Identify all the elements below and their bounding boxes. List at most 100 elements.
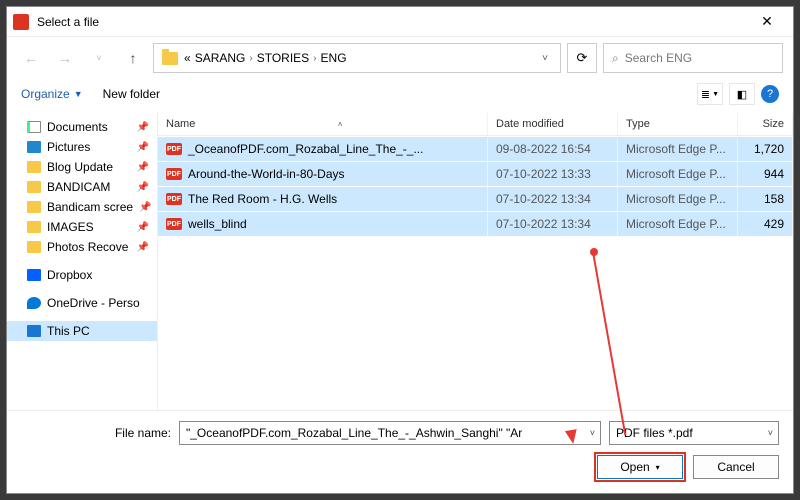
sidebar-item-label: Photos Recove (47, 240, 128, 254)
chevron-right-icon: › (313, 53, 316, 64)
file-row[interactable]: PDF _OceanofPDF.com_Rozabal_Line_The_-_..… (158, 136, 793, 161)
file-type: Microsoft Edge P... (618, 137, 738, 161)
file-row[interactable]: PDFAround-the-World-in-80-Days07-10-2022… (158, 161, 793, 186)
file-dialog: Select a file ✕ ← → ˅ ↑ « SARANG › STORI… (6, 6, 794, 494)
organize-label: Organize (21, 87, 70, 101)
body: Documents📌Pictures📌Blog Update📌BANDICAM📌… (7, 113, 793, 410)
pdf-icon: PDF (166, 218, 182, 230)
view-mode-button[interactable]: ≣ ▼ (697, 83, 723, 105)
file-name: Around-the-World-in-80-Days (188, 167, 345, 181)
breadcrumb-seg[interactable]: STORIES (257, 51, 309, 65)
refresh-button[interactable]: ⟳ (567, 43, 597, 73)
sidebar-item-label: OneDrive - Perso (47, 296, 140, 310)
search-placeholder: Search ENG (625, 51, 692, 65)
column-headers: Name˄ Date modified Type Size (158, 113, 793, 136)
file-name: _OceanofPDF.com_Rozabal_Line_The_-_... (188, 142, 423, 156)
thispc-icon (27, 325, 41, 337)
open-button[interactable]: Open ▾ (597, 455, 683, 479)
file-type: Microsoft Edge P... (618, 187, 738, 211)
dropbox-icon (27, 269, 41, 281)
filename-label: File name: (21, 426, 171, 440)
sidebar-item[interactable]: Pictures📌 (7, 137, 157, 157)
file-type: Microsoft Edge P... (618, 212, 738, 236)
col-date[interactable]: Date modified (488, 113, 618, 135)
sidebar-item[interactable]: Photos Recove 📌 (7, 237, 157, 257)
col-size[interactable]: Size (738, 113, 793, 135)
dialog-title: Select a file (37, 15, 747, 29)
new-folder-button[interactable]: New folder (103, 87, 160, 101)
up-button[interactable]: ↑ (119, 44, 147, 72)
pics-icon (27, 141, 41, 153)
sidebar-item[interactable]: This PC (7, 321, 157, 341)
recent-dropdown[interactable]: ˅ (85, 44, 113, 72)
help-button[interactable]: ? (761, 85, 779, 103)
col-type[interactable]: Type (618, 113, 738, 135)
sidebar-item[interactable]: Documents 📌 (7, 117, 157, 137)
file-date: 07-10-2022 13:34 (488, 212, 618, 236)
search-input[interactable]: ⌕ Search ENG (603, 43, 783, 73)
breadcrumb-dropdown[interactable]: ˅ (538, 53, 552, 64)
f-icon (27, 241, 41, 253)
file-name: wells_blind (188, 217, 247, 231)
f-icon (27, 221, 41, 233)
forward-button[interactable]: → (51, 44, 79, 72)
f-icon (27, 181, 41, 193)
organize-menu[interactable]: Organize ▼ (21, 87, 83, 101)
file-row[interactable]: PDF wells_blind 07-10-2022 13:34Microsoft … (158, 211, 793, 236)
breadcrumb-seg[interactable]: SARANG (195, 51, 246, 65)
filetype-select[interactable] (609, 421, 779, 445)
f-icon (27, 201, 41, 213)
pin-icon: 📌 (137, 242, 149, 253)
chevron-right-icon: › (249, 53, 252, 64)
file-type: Microsoft Edge P... (618, 162, 738, 186)
pin-icon: 📌 (137, 162, 149, 173)
onedrive-icon (27, 297, 41, 309)
breadcrumb-ell: « (184, 51, 191, 65)
file-size: 158 (738, 187, 793, 211)
sidebar-item-label: Documents (47, 120, 108, 134)
file-name: The Red Room - H.G. Wells (188, 192, 337, 206)
chevron-down-icon: ▼ (74, 89, 83, 99)
pin-icon: 📌 (137, 182, 149, 193)
sidebar-item[interactable]: IMAGES 📌 (7, 217, 157, 237)
sidebar-item-label: BANDICAM (47, 180, 110, 194)
preview-pane-button[interactable]: ◧ (729, 83, 755, 105)
file-row[interactable]: PDFThe Red Room - H.G. Wells07-10-2022 1… (158, 186, 793, 211)
file-size: 429 (738, 212, 793, 236)
file-size: 1,720 (738, 137, 793, 161)
app-icon (13, 14, 29, 30)
sidebar-item-label: IMAGES (47, 220, 94, 234)
pin-icon: 📌 (137, 222, 149, 233)
sidebar-item-label: Dropbox (47, 268, 92, 282)
col-name[interactable]: Name˄ (158, 113, 488, 135)
sort-asc-icon: ˄ (338, 120, 343, 129)
pin-icon: 📌 (137, 142, 149, 153)
close-button[interactable]: ✕ (747, 13, 787, 30)
sidebar-item-label: Blog Update (47, 160, 113, 174)
sidebar: Documents📌Pictures📌Blog Update📌BANDICAM📌… (7, 113, 157, 410)
folder-icon (162, 52, 178, 65)
pdf-icon: PDF (166, 143, 182, 155)
sidebar-item[interactable]: Blog Update 📌 (7, 157, 157, 177)
file-size: 944 (738, 162, 793, 186)
breadcrumb[interactable]: « SARANG › STORIES › ENG ˅ (153, 43, 561, 73)
pin-icon: 📌 (137, 122, 149, 133)
back-button[interactable]: ← (17, 44, 45, 72)
sidebar-item[interactable]: Dropbox (7, 265, 157, 285)
chevron-down-icon: ▾ (656, 463, 660, 472)
titlebar: Select a file ✕ (7, 7, 793, 37)
sidebar-item[interactable]: OneDrive - Perso (7, 293, 157, 313)
filename-input[interactable] (179, 421, 601, 445)
nav-row: ← → ˅ ↑ « SARANG › STORIES › ENG ˅ ⟳ ⌕ S… (7, 37, 793, 79)
file-rows: PDF _OceanofPDF.com_Rozabal_Line_The_-_..… (158, 136, 793, 236)
open-label: Open (620, 460, 649, 474)
toolbar: Organize ▼ New folder ≣ ▼ ◧ ? (7, 79, 793, 113)
docs-icon (27, 121, 41, 133)
sidebar-item[interactable]: Bandicam scree📌 (7, 197, 157, 217)
search-icon: ⌕ (612, 51, 619, 66)
file-date: 09-08-2022 16:54 (488, 137, 618, 161)
sidebar-item[interactable]: BANDICAM 📌 (7, 177, 157, 197)
breadcrumb-seg[interactable]: ENG (321, 51, 347, 65)
file-date: 07-10-2022 13:34 (488, 187, 618, 211)
cancel-button[interactable]: Cancel (693, 455, 779, 479)
